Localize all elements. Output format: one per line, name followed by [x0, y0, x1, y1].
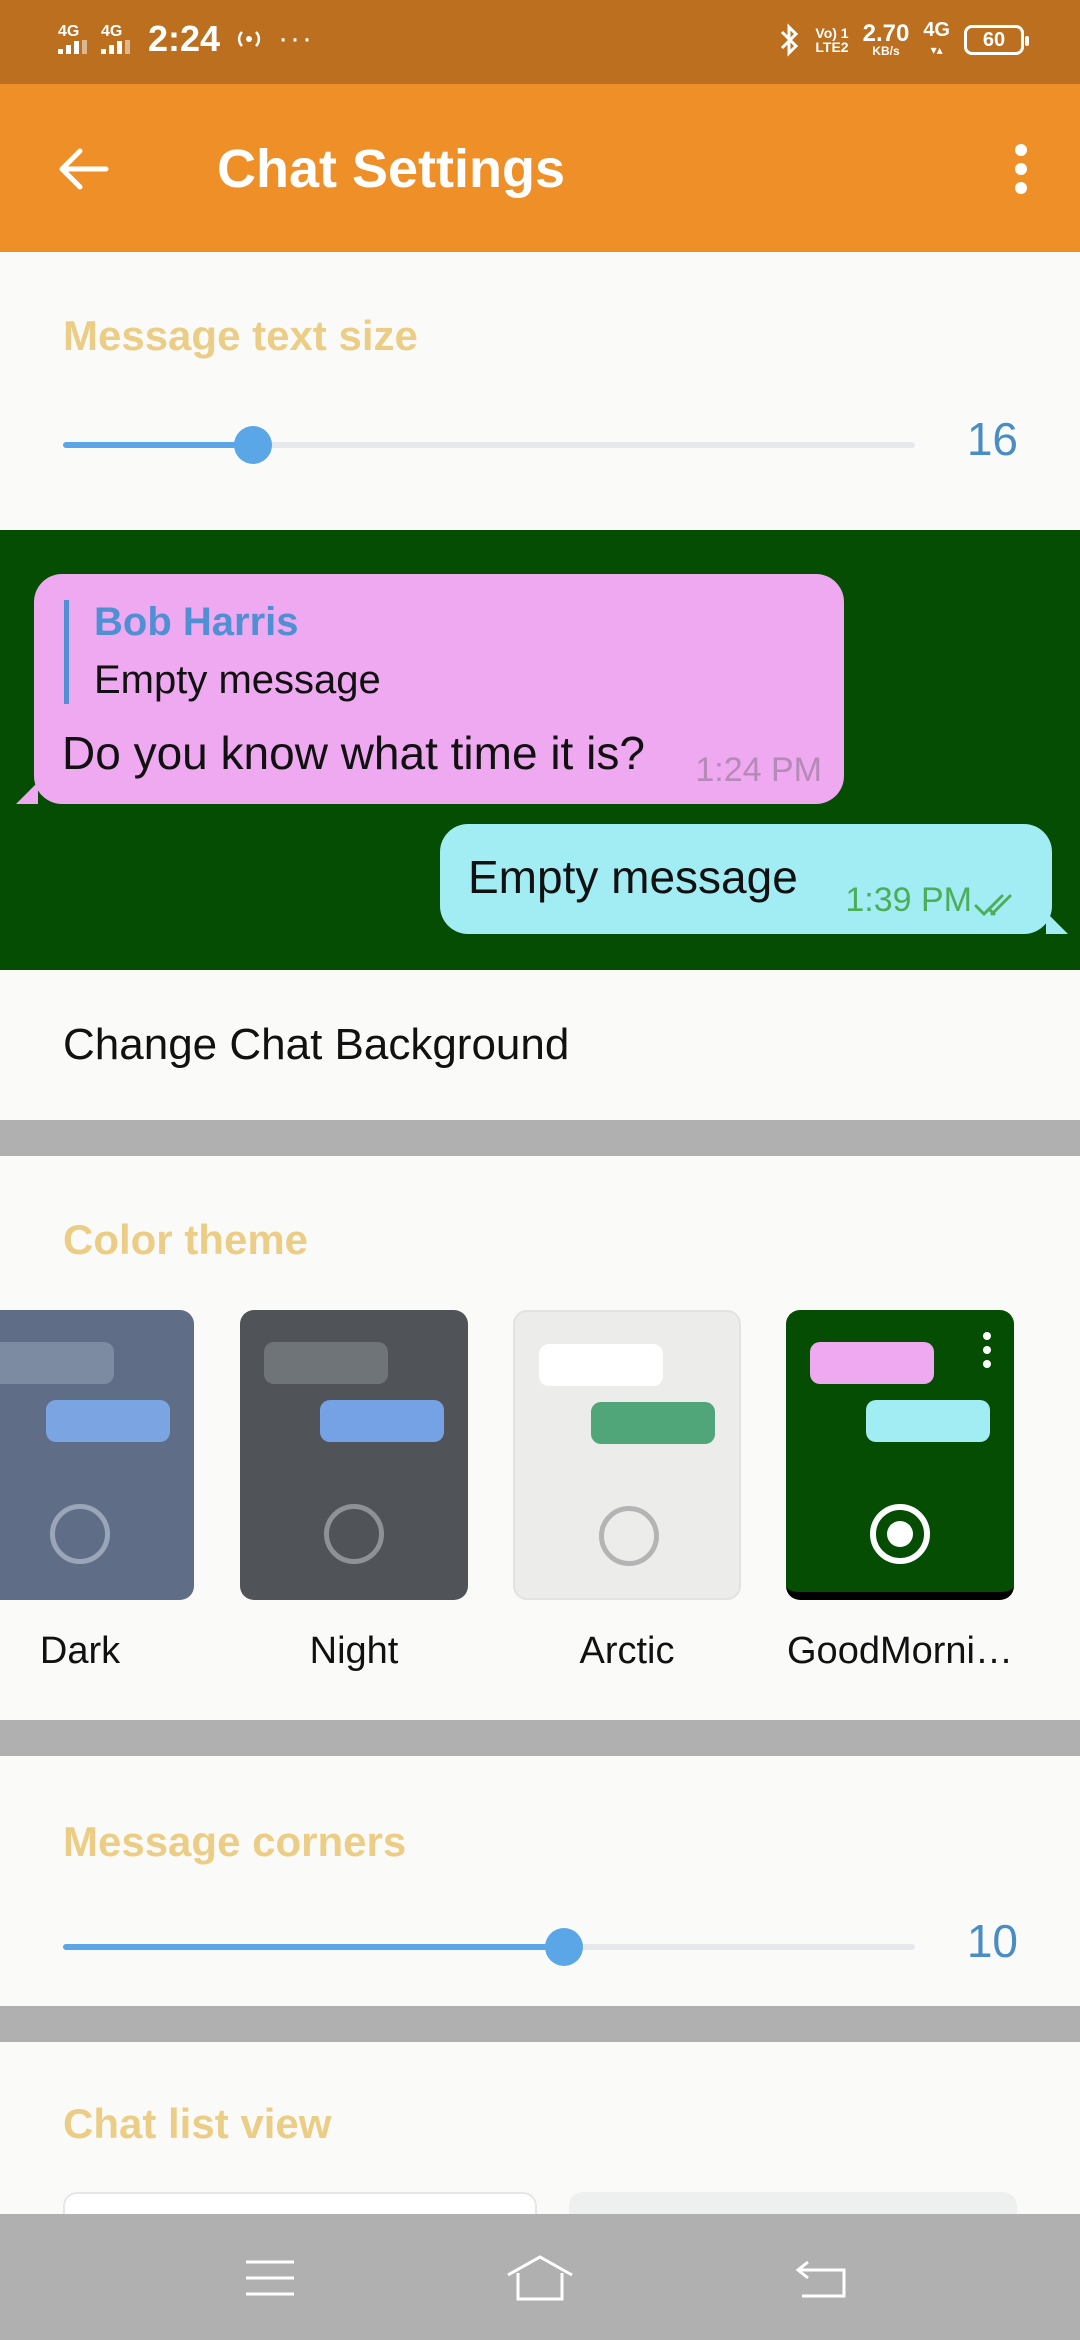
radio-unselected-icon: [324, 1504, 384, 1564]
network-speed: 2.70 KB/s: [862, 20, 910, 58]
theme-card-goodmorning[interactable]: [786, 1310, 1014, 1600]
app-bar: Chat Settings: [0, 84, 1080, 252]
theme-card-dark[interactable]: [0, 1310, 194, 1600]
recents-button[interactable]: [210, 2238, 330, 2318]
text-size-value: 16: [966, 413, 1018, 465]
slider-fill: [63, 1944, 564, 1950]
back-nav-button[interactable]: [762, 2238, 882, 2318]
back-button[interactable]: [44, 134, 124, 204]
menu-icon: [246, 2260, 294, 2296]
slider-knob[interactable]: [233, 426, 272, 464]
signal-1: 4G: [58, 24, 87, 54]
incoming-message-text: Do you know what time it is?: [62, 727, 645, 779]
return-icon: [795, 2260, 846, 2298]
system-nav-bar: [0, 2214, 1080, 2340]
outgoing-message-text: Empty message: [468, 851, 798, 903]
radio-unselected-icon: [599, 1506, 659, 1566]
signal-bars-icon: [58, 40, 87, 54]
theme-card-arctic[interactable]: [513, 1310, 741, 1600]
page-title: Chat Settings: [217, 139, 566, 199]
chat-list-view-section: Chat list view: [0, 2042, 1080, 2214]
message-corners-slider[interactable]: [63, 1928, 915, 1966]
overflow-notifications: ···: [278, 22, 315, 55]
arrow-left-icon: [59, 148, 109, 190]
battery-icon: 60: [964, 25, 1029, 55]
outgoing-message-bubble: Empty message 1:39 PM: [440, 824, 1068, 934]
theme-label-arctic: Arctic: [579, 1630, 675, 1672]
message-corners-value: 10: [966, 1915, 1018, 1967]
reply-indicator: [64, 600, 69, 704]
color-theme-header: Color theme: [63, 1216, 309, 1263]
reply-sender-name: Bob Harris: [94, 600, 299, 644]
change-chat-background-row[interactable]: Change Chat Background: [0, 970, 1080, 1120]
divider: [0, 1720, 1080, 1756]
radio-unselected-icon: [50, 1504, 110, 1564]
change-chat-background-label: Change Chat Background: [63, 1020, 570, 1069]
theme-label-dark: Dark: [39, 1630, 121, 1672]
more-vertical-icon: [1015, 144, 1027, 194]
chat-list-view-header: Chat list view: [63, 2100, 332, 2147]
slider-fill: [63, 442, 253, 448]
chat-preview: Bob Harris Empty message Do you know wha…: [0, 530, 1080, 970]
theme-label-night: Night: [309, 1630, 399, 1672]
volte-indicator: Vo) 1 LTE2: [815, 25, 849, 55]
message-corners-section: Message corners 10: [0, 1756, 1080, 2006]
message-corners-header: Message corners: [63, 1818, 407, 1865]
home-icon: [507, 2255, 573, 2301]
text-size-slider[interactable]: [63, 426, 915, 464]
slider-knob[interactable]: [544, 1928, 583, 1966]
bluetooth-icon: [781, 23, 799, 57]
signal-bars-icon: [101, 40, 130, 54]
clock: 2:24: [148, 18, 221, 59]
outgoing-message-time: 1:39 PM: [845, 881, 972, 919]
divider: [0, 2006, 1080, 2042]
theme-label-goodmorning: GoodMorni…: [787, 1630, 1013, 1672]
radio-selected-icon: [870, 1504, 930, 1564]
home-button[interactable]: [480, 2238, 600, 2318]
chat-list-option-three-line[interactable]: [569, 2192, 1017, 2214]
data-arrows-icon: ▾▴: [930, 43, 943, 57]
double-check-icon: [974, 894, 1012, 917]
more-vertical-icon[interactable]: [982, 1332, 992, 1368]
more-options-button[interactable]: [986, 134, 1056, 204]
signal-2: 4G: [101, 24, 130, 54]
divider: [0, 1120, 1080, 1156]
hotspot-icon: [237, 31, 261, 47]
theme-card-night[interactable]: [240, 1310, 468, 1600]
text-size-section: Message text size 16: [0, 252, 1080, 530]
reply-message-text: Empty message: [94, 658, 381, 702]
status-bar: 4G 4G 2:24 ··· Vo) 1 LTE2 2.70 KB/s 4G ▾…: [0, 0, 1080, 84]
incoming-message-time: 1:24 PM: [695, 751, 822, 789]
chat-list-option-two-line[interactable]: [63, 2192, 537, 2214]
incoming-message-bubble: Bob Harris Empty message Do you know wha…: [16, 574, 844, 804]
network-type: 4G ▾▴: [923, 20, 950, 60]
text-size-header: Message text size: [63, 312, 418, 359]
